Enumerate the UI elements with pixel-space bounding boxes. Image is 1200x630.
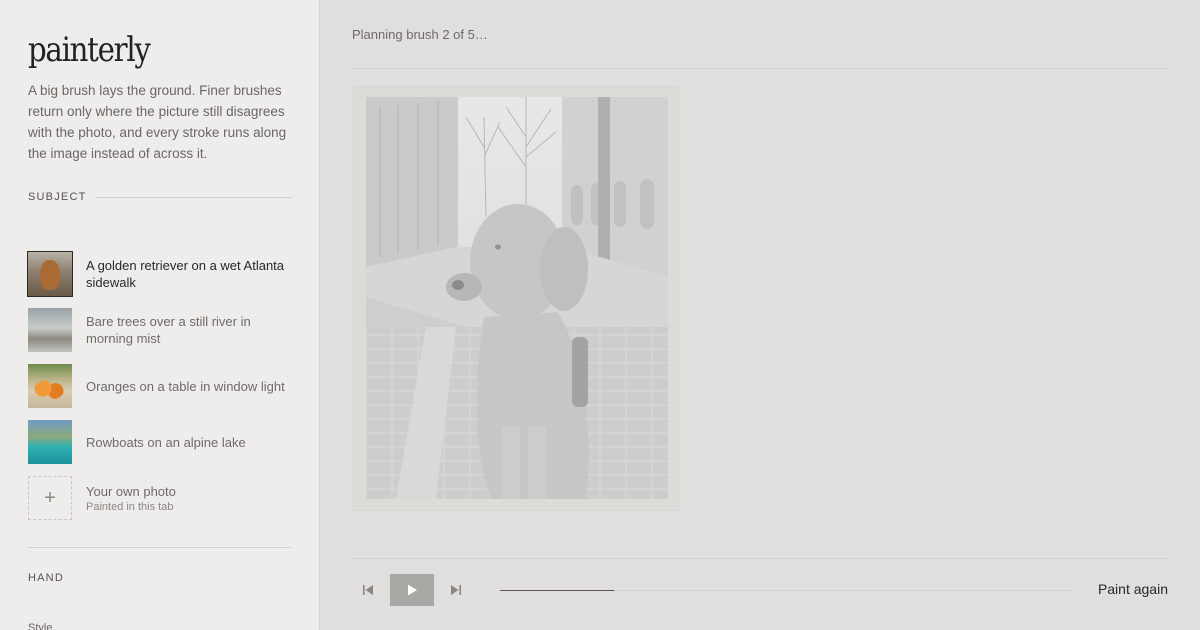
subject-label: Bare trees over a still river in morning… <box>86 314 251 346</box>
subject-item-oranges[interactable]: Oranges on a table in window light <box>28 358 294 414</box>
subject-label: Rowboats on an alpine lake <box>86 434 246 450</box>
playback-controls <box>352 574 472 606</box>
canvas-frame <box>353 86 679 511</box>
dog-photo-thumbnail <box>27 251 73 297</box>
hand-heading-label: HAND <box>28 572 64 584</box>
skip-forward-icon[interactable] <box>440 574 472 606</box>
painting-canvas <box>366 97 668 499</box>
hand-section-heading: HAND <box>28 572 292 584</box>
subject-item-rowboats[interactable]: Rowboats on an alpine lake <box>28 414 294 470</box>
oranges-photo-thumbnail <box>28 364 72 408</box>
main-area: Planning brush 2 of 5… Paint again <box>320 0 1200 630</box>
play-icon <box>408 584 417 596</box>
top-divider <box>352 68 1168 69</box>
river-photo-thumbnail <box>28 308 72 352</box>
upload-sublabel: Painted in this tab <box>86 501 174 513</box>
subject-label: Oranges on a table in window light <box>86 378 285 394</box>
subject-label: A golden retriever on a wet Atlanta side… <box>86 258 285 290</box>
play-button[interactable] <box>390 574 434 606</box>
heading-rule <box>94 196 292 198</box>
progress-track[interactable] <box>500 589 1072 591</box>
subject-item-bare-trees[interactable]: Bare trees over a still river in morning… <box>28 302 294 358</box>
sidebar-divider <box>28 547 291 548</box>
style-label: Style <box>28 622 53 630</box>
subject-section-heading: SUBJECT <box>28 191 292 203</box>
canvas-image <box>366 97 668 499</box>
skip-back-icon[interactable] <box>352 574 384 606</box>
paint-again-button[interactable]: Paint again <box>1098 581 1168 597</box>
status-text: Planning brush 2 of 5… <box>352 27 488 42</box>
lake-photo-thumbnail <box>28 420 72 464</box>
progress-fill <box>500 589 615 591</box>
app-logo: painterly <box>28 30 151 70</box>
upload-text: Your own photo Painted in this tab <box>86 483 176 513</box>
upload-own-photo[interactable]: + Your own photo Painted in this tab <box>28 470 294 526</box>
subject-item-golden-retriever[interactable]: A golden retriever on a wet Atlanta side… <box>27 246 294 302</box>
bottom-divider <box>352 558 1168 559</box>
subject-heading-label: SUBJECT <box>28 191 87 203</box>
app-description: A big brush lays the ground. Finer brush… <box>28 83 287 161</box>
subject-list: A golden retriever on a wet Atlanta side… <box>27 246 294 526</box>
sidebar: painterly A big brush lays the ground. F… <box>0 0 320 630</box>
upload-label: Your own photo <box>86 484 176 499</box>
plus-icon: + <box>28 476 72 520</box>
